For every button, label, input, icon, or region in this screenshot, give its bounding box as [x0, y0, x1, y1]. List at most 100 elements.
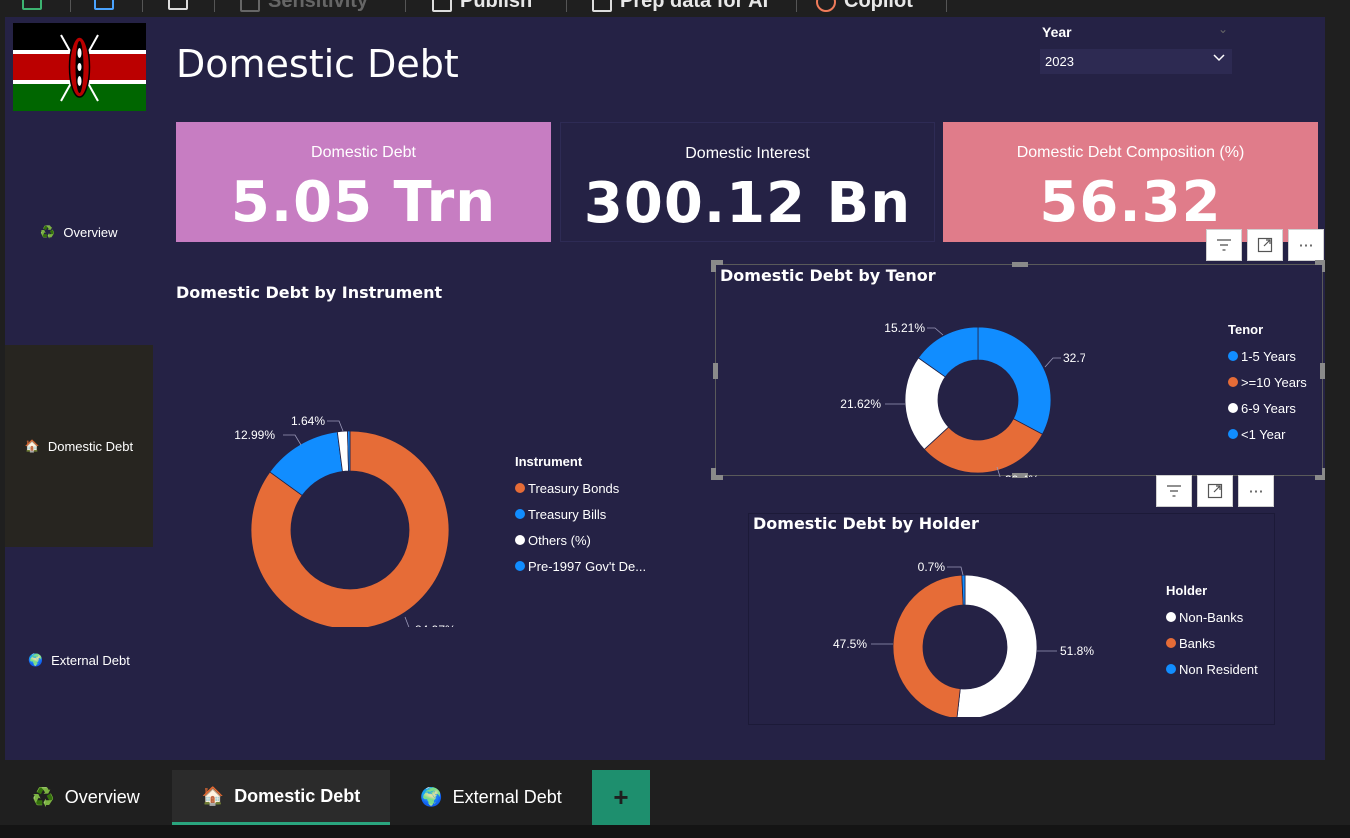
status-bar — [0, 825, 1350, 838]
legend-label: >=10 Years — [1241, 374, 1307, 390]
resize-handle[interactable] — [711, 260, 716, 272]
refresh-icon[interactable] — [22, 0, 42, 10]
recycle-icon: ♻️ — [32, 787, 55, 807]
holder-chart-title: Domestic Debt by Holder — [753, 514, 979, 533]
sensitivity-button[interactable]: Sensitivity — [240, 0, 368, 13]
resize-handle[interactable] — [1322, 260, 1325, 272]
resize-handle[interactable] — [711, 468, 716, 480]
data-label-leader — [404, 616, 410, 627]
more-options-icon[interactable]: ⋯ — [1288, 229, 1324, 261]
year-slicer: Year ⌄ 2023 — [1040, 20, 1232, 74]
data-label-leader — [947, 566, 964, 576]
tab-overview[interactable]: ♻️ Overview — [0, 770, 172, 825]
new-visual-icon[interactable] — [94, 0, 114, 10]
legend-item[interactable]: <1 Year — [1228, 421, 1307, 447]
nav-item-overview[interactable]: ♻️ Overview — [5, 131, 153, 333]
donut-slice[interactable] — [956, 574, 1038, 717]
tab-label: External Debt — [452, 787, 562, 807]
data-label: 32.77% — [1063, 351, 1085, 365]
data-label-leader — [1044, 357, 1061, 368]
legend-dot — [1228, 403, 1238, 413]
data-label: 12.99% — [234, 428, 275, 442]
legend-dot — [1228, 377, 1238, 387]
kpi-value: 5.05 Trn — [230, 170, 497, 235]
legend-dot — [1166, 664, 1176, 674]
clear-selection-icon[interactable]: ⌄ — [1218, 22, 1228, 36]
legend-item[interactable]: Banks — [1166, 630, 1258, 656]
focus-mode-icon[interactable] — [1197, 475, 1233, 507]
toolbar-divider — [214, 0, 215, 12]
tab-label: Domestic Debt — [234, 785, 361, 806]
tab-domestic-debt[interactable]: 🏠 Domestic Debt — [172, 770, 390, 825]
filter-icon[interactable] — [1206, 229, 1242, 261]
globe-icon: 🌍 — [420, 787, 443, 807]
donut-slice[interactable] — [892, 574, 964, 717]
prep-data-button[interactable]: Prep data for AI — [592, 0, 768, 13]
kpi-label: Domestic Debt Composition (%) — [1016, 144, 1245, 161]
report-canvas: ♻️ Overview 🏠 Domestic Debt 🌍 External D… — [5, 17, 1325, 760]
house-icon: 🏠 — [201, 785, 225, 806]
focus-mode-icon[interactable] — [1247, 229, 1283, 261]
holder-legend: Holder Non-Banks Banks Non Resident — [1166, 583, 1258, 682]
legend-item[interactable]: Treasury Bonds — [515, 475, 646, 501]
legend-item[interactable]: Non Resident — [1166, 656, 1258, 682]
toolbar-divider — [796, 0, 797, 12]
tenor-legend: Tenor 1-5 Years >=10 Years 6-9 Years <1 … — [1228, 322, 1307, 447]
kpi-card-debt-composition[interactable]: Domestic Debt Composition (%) 56.32 — [943, 122, 1318, 242]
resize-handle[interactable] — [1012, 262, 1028, 267]
holder-donut-chart[interactable]: 51.8% 47.5% 0.7% — [815, 537, 1105, 717]
resize-handle[interactable] — [1320, 363, 1325, 379]
add-page-button[interactable]: + — [592, 770, 650, 825]
tenor-visual-header: ⋯ — [1206, 229, 1324, 261]
legend-item[interactable]: 1-5 Years — [1228, 343, 1307, 369]
data-label-leader — [327, 420, 344, 432]
legend-label: Treasury Bonds — [528, 480, 620, 496]
nav-item-domestic-debt[interactable]: 🏠 Domestic Debt — [5, 345, 153, 547]
calculator-icon[interactable] — [168, 0, 188, 10]
page-navigator: ♻️ Overview 🏠 Domestic Debt 🌍 External D… — [5, 131, 153, 760]
tab-external-debt[interactable]: 🌍 External Debt — [390, 770, 592, 825]
chevron-down-icon — [1212, 51, 1226, 68]
legend-item[interactable]: 6-9 Years — [1228, 395, 1307, 421]
copilot-button[interactable]: Copilot — [816, 0, 913, 13]
instrument-legend: Instrument Treasury Bonds Treasury Bills… — [515, 454, 646, 579]
resize-handle[interactable] — [1322, 468, 1325, 480]
year-dropdown[interactable]: 2023 — [1040, 49, 1232, 74]
instrument-donut-chart[interactable]: 84.97% 12.99% 1.64% — [205, 387, 505, 627]
legend-item[interactable]: >=10 Years — [1228, 369, 1307, 395]
data-label: 47.5% — [833, 637, 867, 651]
data-label: 84.97% — [415, 623, 456, 627]
toolbar-divider — [142, 0, 143, 12]
data-label-leader — [283, 434, 302, 446]
year-dropdown-value: 2023 — [1045, 54, 1074, 69]
toolbar-divider — [405, 0, 406, 12]
more-options-icon[interactable]: ⋯ — [1238, 475, 1274, 507]
data-label: 0.7% — [918, 560, 946, 574]
kenya-flag-icon — [13, 23, 146, 111]
legend-label: Pre-1997 Gov't De... — [528, 558, 647, 574]
donut-slice[interactable] — [977, 326, 1052, 435]
filter-icon[interactable] — [1156, 475, 1192, 507]
kpi-card-domestic-interest[interactable]: Domestic Interest 300.12 Bn — [560, 122, 935, 242]
kpi-card-domestic-debt[interactable]: Domestic Debt 5.05 Trn — [176, 122, 551, 242]
legend-dot — [515, 509, 525, 519]
data-label: 30.4% — [1005, 473, 1039, 477]
publish-button[interactable]: Publish — [432, 0, 532, 13]
page-title: Domestic Debt — [176, 42, 459, 86]
data-label: 51.8% — [1060, 644, 1094, 658]
sensitivity-label: Sensitivity — [268, 0, 369, 12]
legend-item[interactable]: Pre-1997 Gov't De... — [515, 553, 646, 579]
data-label: 1.64% — [291, 414, 325, 428]
legend-item[interactable]: Others (%) — [515, 527, 646, 553]
tenor-donut-chart[interactable]: 32.77% 30.4% 21.62% 15.21% — [825, 287, 1085, 477]
legend-label: Banks — [1179, 635, 1216, 651]
legend-label: 1-5 Years — [1241, 348, 1296, 364]
legend-item[interactable]: Non-Banks — [1166, 604, 1258, 630]
tenor-chart-title: Domestic Debt by Tenor — [720, 266, 936, 285]
nav-item-label: External Debt — [51, 652, 130, 668]
legend-item[interactable]: Treasury Bills — [515, 501, 646, 527]
nav-item-external-debt[interactable]: 🌍 External Debt — [5, 559, 153, 760]
resize-handle[interactable] — [713, 363, 718, 379]
data-label: 15.21% — [884, 321, 925, 335]
holder-visual-header: ⋯ — [1156, 475, 1274, 507]
